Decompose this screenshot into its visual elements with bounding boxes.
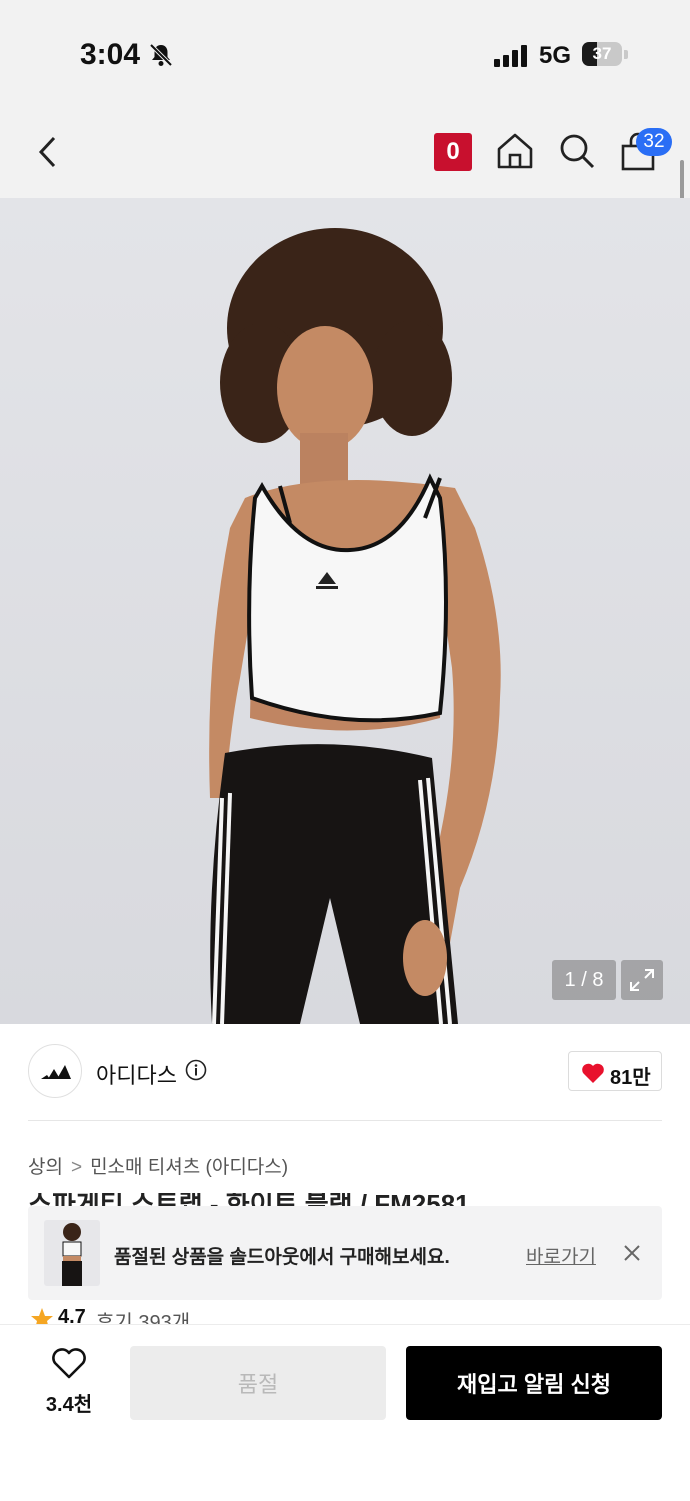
wish-button[interactable]: 3.4천: [28, 1348, 110, 1418]
banner-link[interactable]: 바로가기: [526, 1242, 596, 1269]
bell-muted-icon: [148, 42, 174, 73]
breadcrumb-separator: >: [70, 1157, 83, 1178]
network-type: 5G: [539, 42, 572, 69]
top-nav: 0 32: [0, 110, 690, 198]
breadcrumb-item-category[interactable]: 상의: [28, 1157, 63, 1178]
battery-icon: 37: [582, 42, 622, 66]
product-image[interactable]: [0, 198, 690, 1024]
brand-logo[interactable]: [28, 1044, 82, 1098]
chevron-left-icon: [38, 136, 56, 168]
search-button[interactable]: [558, 132, 596, 175]
wish-count: 3.4천: [45, 1394, 93, 1416]
product-title-partial: 스파게티 스트랩 - 화이트 블랙 / FM2581: [28, 1193, 662, 1207]
point-badge[interactable]: 0: [434, 133, 472, 171]
divider: [28, 1120, 662, 1121]
back-button[interactable]: [36, 134, 60, 175]
brand-like-count: 81만: [610, 1067, 651, 1089]
cart-count-badge: 32: [636, 128, 672, 156]
expand-icon: [630, 969, 654, 991]
soldout-button: 품절: [130, 1346, 386, 1420]
battery-tip: [624, 50, 628, 59]
heart-outline-icon: [52, 1348, 86, 1379]
model-photo: [209, 228, 501, 1024]
adidas-logo-icon: [41, 1065, 71, 1079]
expand-button[interactable]: [621, 960, 663, 1000]
status-time: 3:04: [80, 38, 141, 71]
close-button[interactable]: [623, 1244, 641, 1267]
brand-like-button[interactable]: 81만: [568, 1051, 662, 1091]
breadcrumb: 상의 > 민소매 티셔츠 (아디다스): [28, 1152, 288, 1179]
battery-level: 37: [592, 44, 612, 63]
soldout-banner[interactable]: 품절된 상품을 솔드아웃에서 구매해보세요. 바로가기: [28, 1206, 662, 1300]
product-title: 스파게티 스트랩 - 화이트 블랙 / FM2581: [28, 1193, 662, 1207]
heart-filled-icon: [582, 1063, 604, 1083]
signal-icon: [494, 45, 530, 72]
home-icon: [497, 133, 533, 169]
info-icon[interactable]: [185, 1059, 207, 1086]
restock-alert-button[interactable]: 재입고 알림 신청: [406, 1346, 662, 1420]
close-icon: [624, 1245, 640, 1261]
status-bar: 3:04 5G 37: [0, 0, 690, 110]
banner-thumbnail: [44, 1220, 100, 1286]
home-button[interactable]: [496, 132, 534, 175]
brand-name[interactable]: 아디다스: [96, 1058, 177, 1090]
breadcrumb-item-subcategory[interactable]: 민소매 티셔츠 (아디다스): [90, 1157, 288, 1178]
search-icon: [560, 134, 595, 169]
banner-message: 품절된 상품을 솔드아웃에서 구매해보세요.: [114, 1247, 450, 1268]
image-counter: 1 / 8: [552, 960, 616, 1000]
